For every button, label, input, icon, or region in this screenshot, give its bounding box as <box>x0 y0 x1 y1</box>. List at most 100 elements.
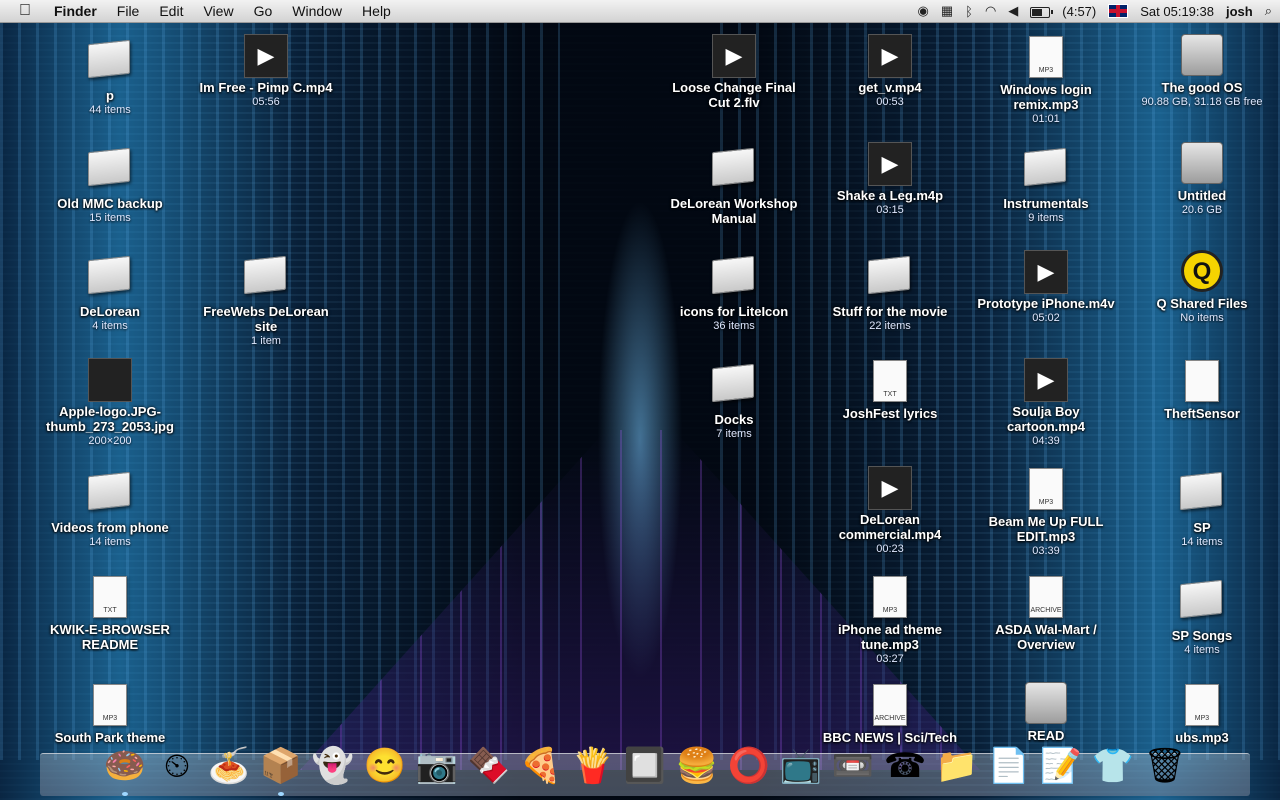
desktop-icon-label: JoshFest lyrics <box>842 406 938 421</box>
desktop-icon-info: 4 items <box>1184 644 1220 656</box>
desktop-icon-info: 4 items <box>92 320 128 332</box>
desktop-icon[interactable]: ARCHIVE ASDA Wal-Mart / Overview <box>976 574 1116 652</box>
pasta-icon[interactable]: 🍝 <box>205 742 253 790</box>
desktop-icon[interactable]: Stuff for the movie 22 items <box>820 250 960 334</box>
donut-icon[interactable]: 🍩 <box>101 742 149 796</box>
desktop-icon[interactable]: ARCHIVE BBC NEWS | Sci/Tech <box>820 682 960 745</box>
phone-icon[interactable]: ☎ <box>881 742 929 790</box>
desktop-icon-label: FreeWebs DeLorean site <box>203 304 329 334</box>
tshirt-icon[interactable]: 👕 <box>1089 742 1137 790</box>
desktop-icon[interactable]: ▶ get_v.mp4 00:53 <box>820 34 960 110</box>
desktop-icon[interactable]: TXT KWIK-E-BROWSER README <box>40 574 180 652</box>
desktop-icon[interactable]: Apple-logo.JPG-thumb_273_2053.jpg 200×200 <box>40 358 180 449</box>
folder-icon[interactable]: 📁 <box>933 742 981 790</box>
desktop-icon[interactable]: ▶ Shake a Leg.m4p 03:15 <box>820 142 960 218</box>
fries-icon[interactable]: 🍟 <box>569 742 617 790</box>
trash-icon[interactable]: 🗑 <box>1141 742 1189 790</box>
pizza-icon[interactable]: 🍕 <box>517 742 565 790</box>
desktop-icon-label: DeLorean <box>80 304 140 319</box>
desktop-icon[interactable]: Old MMC backup 15 items <box>40 142 180 226</box>
battery-time[interactable]: (4:57) <box>1062 4 1096 19</box>
wifi-icon[interactable]: ◠ <box>985 3 996 19</box>
log-icon[interactable]: 📄 <box>985 742 1033 790</box>
folder-icon <box>244 255 288 302</box>
disc-icon[interactable]: ◉ <box>917 3 928 19</box>
desktop-icon-info: 90.88 GB, 31.18 GB free <box>1141 96 1263 108</box>
desktop-icon[interactable]: ▶ Im Free - Pimp C.mp4 05:56 <box>196 34 336 110</box>
desktop-icon-label: The good OS <box>1161 80 1243 95</box>
input-flag-icon[interactable] <box>1108 4 1129 18</box>
camera-lens-icon[interactable]: 📷 <box>413 742 461 790</box>
folder-icon <box>868 255 912 302</box>
menu-user[interactable]: josh <box>1226 4 1253 19</box>
desktop-icon-label: Windows login remix.mp3 <box>1000 82 1092 112</box>
volume-icon[interactable]: ◀ <box>1008 3 1018 19</box>
desktop-icon-info: 7 items <box>716 428 752 440</box>
desktop-icon-label: Soulja Boy cartoon.mp4 <box>1006 404 1085 434</box>
doc-file-icon <box>1180 360 1224 404</box>
desktop-icon[interactable]: MP3 iPhone ad theme tune.mp3 03:27 <box>820 574 960 667</box>
desktop-icon-label: Instrumentals <box>1003 196 1089 211</box>
tape-icon[interactable]: 📼 <box>829 742 877 790</box>
desktop-icon[interactable]: Videos from phone 14 items <box>40 466 180 550</box>
apple-logo-icon[interactable]:  <box>14 2 36 20</box>
menu-window[interactable]: Window <box>282 3 352 19</box>
spaces-icon[interactable]: ▦ <box>941 3 953 19</box>
desktop-icon-label: Docks <box>714 412 754 427</box>
desktop-icon[interactable]: MP3 Beam Me Up FULL EDIT.mp3 03:39 <box>976 466 1116 559</box>
burger-icon[interactable]: 🍔 <box>673 742 721 790</box>
desktop-icon-label: ASDA Wal-Mart / Overview <box>995 622 1097 652</box>
smiley-icon[interactable]: 😊 <box>361 742 409 790</box>
menu-clock[interactable]: Sat 05:19:38 <box>1140 4 1214 19</box>
desktop-icon[interactable]: Docks 7 items <box>664 358 804 442</box>
ghost-icon[interactable]: 👻 <box>309 742 357 790</box>
desktop-icon[interactable]: icons for LiteIcon 36 items <box>664 250 804 334</box>
desktop-icon[interactable]: SP Songs 4 items <box>1132 574 1272 658</box>
txt-icon[interactable]: 📝 <box>1037 742 1085 790</box>
desktop-icon[interactable]: ▶ DeLorean commercial.mp4 00:23 <box>820 466 960 557</box>
chocolate-icon[interactable]: 🍫 <box>465 742 513 790</box>
desktop-icon[interactable]: FreeWebs DeLorean site 1 item <box>196 250 336 349</box>
desktop-icon-info: 03:39 <box>1032 545 1060 557</box>
tardis-icon[interactable]: 📦 <box>257 742 305 796</box>
desktop-icon-info: 36 items <box>713 320 755 332</box>
desktop-icon[interactable]: SP 14 items <box>1132 466 1272 550</box>
switch-icon[interactable]: 🔲 <box>621 742 669 790</box>
desktop-icon[interactable]: READ <box>976 682 1116 743</box>
onion-rings-icon[interactable]: ⭕ <box>725 742 773 790</box>
desktop-icon[interactable]: ▶ Soulja Boy cartoon.mp4 04:39 <box>976 358 1116 449</box>
desktop-icon[interactable]: Untitled 20.6 GB <box>1132 142 1272 218</box>
dock: 🍩 ⏲ 🍝 📦 👻 😊 📷 🍫 🍕 🍟 🔲 🍔 ⭕ 📺 📼 ☎ 📁 📄 📝 👕 🗑 <box>40 747 1250 796</box>
menu-go[interactable]: Go <box>244 3 283 19</box>
video-thumbnail-icon: ▶ <box>868 466 912 510</box>
desktop-icon[interactable]: ▶ Loose Change Final Cut 2.flv <box>664 34 804 110</box>
desktop-icon-label: p <box>106 88 114 103</box>
spotlight-search-icon[interactable]: ⌕ <box>1265 3 1272 19</box>
menu-view[interactable]: View <box>193 3 243 19</box>
desktop-icon[interactable]: DeLorean 4 items <box>40 250 180 334</box>
desktop-icon[interactable]: Q Q Shared Files No items <box>1132 250 1272 326</box>
desktop-icon[interactable]: MP3 ubs.mp3 <box>1132 682 1272 745</box>
menu-app-finder[interactable]: Finder <box>44 3 107 19</box>
desktop-icon[interactable]: TheftSensor <box>1132 358 1272 421</box>
bluetooth-icon[interactable]: ᛒ <box>965 4 973 19</box>
desktop-icon[interactable]: p 44 items <box>40 34 180 118</box>
desktop-icon-info: 15 items <box>89 212 131 224</box>
time-machine-icon[interactable]: ⏲ <box>153 742 201 790</box>
desktop-icon[interactable]: Instrumentals 9 items <box>976 142 1116 226</box>
menu-file[interactable]: File <box>107 3 150 19</box>
apple-tv-icon[interactable]: 📺 <box>777 742 825 790</box>
menu-edit[interactable]: Edit <box>149 3 193 19</box>
menu-help[interactable]: Help <box>352 3 401 19</box>
desktop-icon[interactable]: The good OS 90.88 GB, 31.18 GB free <box>1132 34 1272 110</box>
desktop-icon-label: Q Shared Files <box>1156 296 1248 311</box>
desktop-icon[interactable]: MP3 Windows login remix.mp3 01:01 <box>976 34 1116 127</box>
desktop-icon-info: 9 items <box>1028 212 1064 224</box>
desktop-icon[interactable]: TXT JoshFest lyrics <box>820 358 960 421</box>
battery-icon[interactable] <box>1030 4 1054 19</box>
status-area: ◉ ▦ ᛒ ◠ ◀ (4:57) Sat 05:19:38 josh ⌕ <box>917 0 1272 22</box>
running-indicator <box>122 792 128 796</box>
desktop-icon[interactable]: MP3 South Park theme <box>40 682 180 745</box>
desktop-icon[interactable]: ▶ Prototype iPhone.m4v 05:02 <box>976 250 1116 326</box>
desktop-icon[interactable]: DeLorean Workshop Manual <box>664 142 804 226</box>
